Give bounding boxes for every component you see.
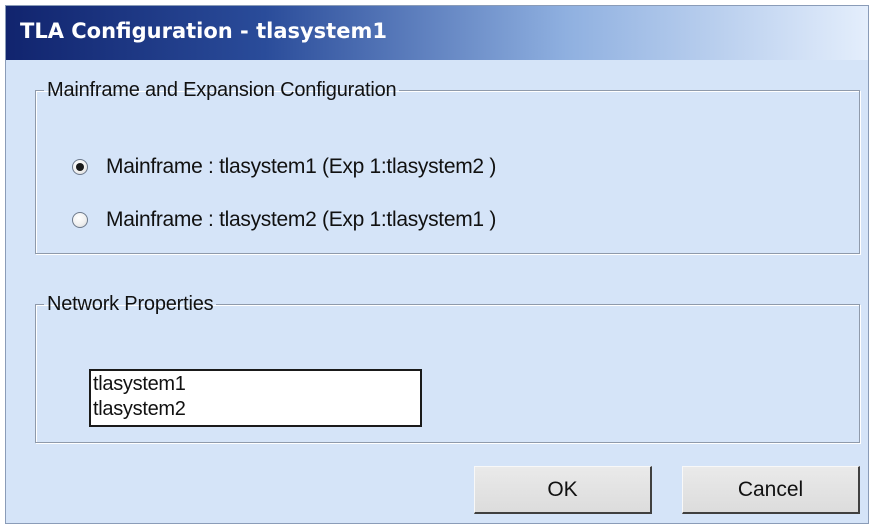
cancel-button[interactable]: Cancel (682, 466, 860, 514)
list-item[interactable]: tlasystem1 (93, 372, 418, 397)
title-bar[interactable]: TLA Configuration - tlasystem1 (6, 6, 868, 60)
network-group-label: Network Properties (47, 293, 214, 315)
network-properties-group: Network Properties tlasystem1 tlasystem2 (35, 293, 860, 443)
mainframe-group-label: Mainframe and Expansion Configuration (47, 79, 397, 101)
mainframe-option-label: Mainframe : tlasystem2 (Exp 1:tlasystem1… (106, 208, 497, 231)
window-title: TLA Configuration - tlasystem1 (20, 19, 387, 43)
list-item[interactable]: tlasystem2 (93, 397, 418, 422)
ok-button[interactable]: OK (474, 466, 652, 514)
mainframe-option-tlasystem2[interactable]: Mainframe : tlasystem2 (Exp 1:tlasystem1… (72, 208, 496, 232)
radio-button-unselected[interactable] (72, 212, 88, 228)
mainframe-option-tlasystem1[interactable]: Mainframe : tlasystem1 (Exp 1:tlasystem2… (72, 155, 496, 179)
radio-button-selected[interactable] (72, 159, 88, 175)
network-systems-listbox[interactable]: tlasystem1 tlasystem2 (89, 369, 422, 427)
tla-configuration-dialog: TLA Configuration - tlasystem1 Mainframe… (5, 5, 869, 524)
mainframe-option-label: Mainframe : tlasystem1 (Exp 1:tlasystem2… (106, 155, 497, 178)
mainframe-expansion-group: Mainframe and Expansion Configuration Ma… (35, 79, 860, 254)
